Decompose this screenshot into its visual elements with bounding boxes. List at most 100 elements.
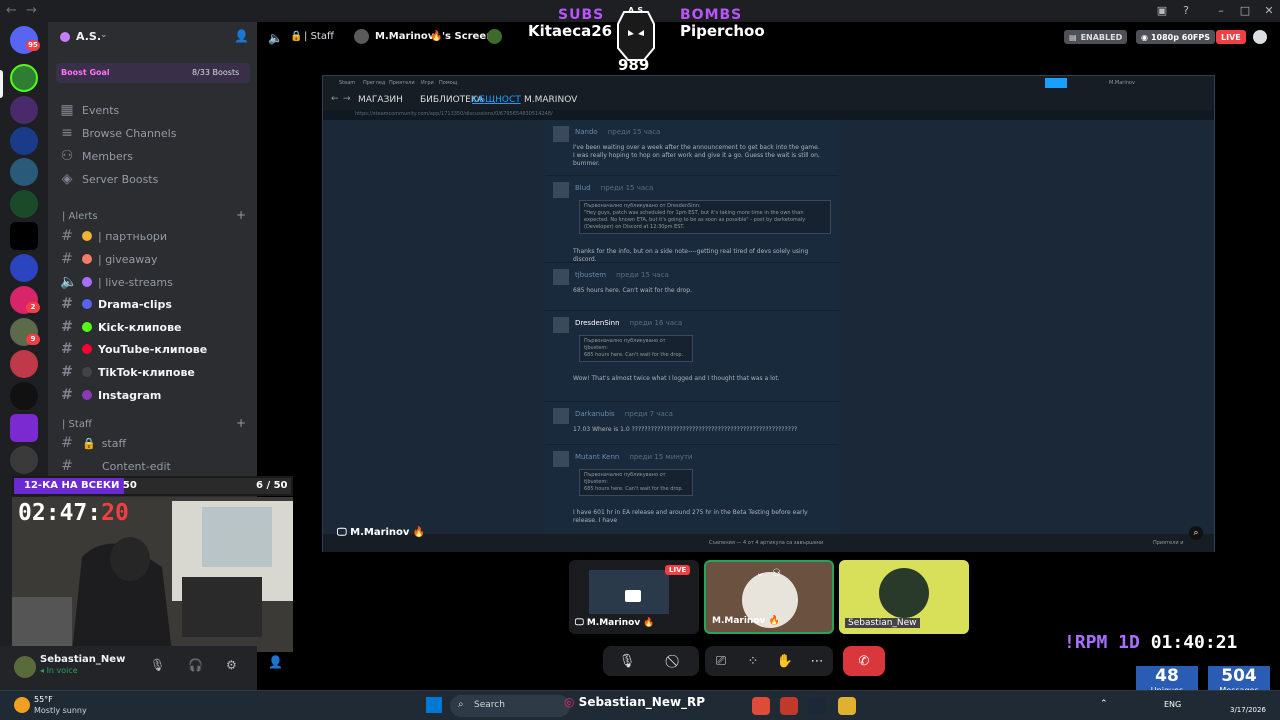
enabled-badge: ▤ ENABLED: [1064, 30, 1128, 44]
channel-item[interactable]: # Drama-clips: [56, 293, 252, 315]
sub-goal-bar: 12-КА НА ВСЕКИ 50 6 / 50: [12, 476, 293, 496]
inbox-icon[interactable]: ▣: [1155, 4, 1169, 18]
server-icon-10[interactable]: [10, 350, 38, 378]
steam-taskbar-icon[interactable]: [808, 697, 826, 715]
channel-item[interactable]: # TikTok-клипове: [56, 361, 252, 383]
boost-goal-bar[interactable]: Boost Goal 8/33 Boosts: [56, 63, 250, 83]
mic-button[interactable]: 🎙: [603, 654, 651, 669]
channel-item[interactable]: # Instagram: [56, 384, 252, 406]
guild-icon: [60, 32, 70, 42]
calendar-icon: ▦: [60, 102, 74, 118]
server-icon-11[interactable]: [10, 382, 38, 410]
screen-owner-name: M.Marinov: [375, 31, 435, 42]
chrome-icon[interactable]: [752, 697, 770, 715]
tile-stream-m-marinov[interactable]: LIVE 🖵 M.Marinov 🔥: [569, 560, 699, 634]
minimize-icon[interactable]: –: [1214, 4, 1228, 18]
nav-server-boosts[interactable]: ◈ Server Boosts: [56, 168, 252, 190]
language[interactable]: ENG: [1164, 700, 1181, 709]
maximize-icon[interactable]: □: [1238, 4, 1252, 18]
channel-item[interactable]: # Kick-клипове: [56, 316, 252, 338]
hash-icon: #: [61, 251, 73, 267]
nav-members[interactable]: ⚇ Members: [56, 145, 252, 167]
avatar: [553, 126, 569, 142]
rpm-overlay: !RPM 1D 01:40:21: [1064, 632, 1238, 653]
share-screen-button[interactable]: ⎚: [705, 654, 737, 669]
server-icon-5[interactable]: [10, 190, 38, 218]
headset-icon[interactable]: 🎧: [188, 658, 203, 672]
more-options-button[interactable]: ⋯: [801, 654, 833, 669]
user-name: Sebastian_New: [40, 654, 126, 665]
speaker-icon: 🔈: [268, 31, 283, 45]
server-icon-as[interactable]: [10, 64, 38, 92]
back-icon[interactable]: ←: [6, 3, 17, 18]
zoom-icon[interactable]: ⌕: [1189, 526, 1203, 540]
channel-label: | live-streams: [98, 275, 173, 289]
nav-browse-channels[interactable]: ≡ Browse Channels: [56, 122, 252, 144]
channel-emoji-icon: [82, 322, 92, 332]
invite-to-call-icon[interactable]: 👤: [268, 655, 283, 669]
server-icon-4[interactable]: [10, 158, 38, 186]
nav-events[interactable]: ▦ Events: [56, 99, 252, 121]
forum-post: Darkanubis преди 7 часа 17.03 Where is 1.0…: [545, 402, 839, 445]
channel-item[interactable]: # | giveaway: [56, 248, 252, 270]
channel-staff[interactable]: # 🔒 staff: [56, 432, 252, 454]
channel-item[interactable]: 🔈 | live-streams: [56, 271, 252, 293]
help-icon[interactable]: ?: [1179, 4, 1193, 18]
bombs-name: Piperchoo: [680, 22, 765, 40]
add-member-icon[interactable]: 👤: [234, 29, 249, 43]
app-icon[interactable]: [780, 697, 798, 715]
channel-content-edit[interactable]: # Content-edit: [56, 455, 252, 477]
boost-goal-label: Boost Goal: [61, 68, 110, 77]
screen-share-icon: [625, 590, 641, 602]
add-channel-icon[interactable]: +: [236, 208, 246, 222]
avatar: [553, 317, 569, 333]
category-alerts[interactable]: | Alerts: [62, 211, 98, 222]
server-badge-10: 9: [26, 334, 40, 345]
live-badge: LIVE: [1216, 30, 1246, 44]
taskbar-search[interactable]: ⌕ Search: [450, 695, 570, 717]
dm-badge: 95: [26, 40, 40, 51]
tile-user-m-marinov[interactable]: ⌄ ⚇ M.Marinov 🔥: [704, 560, 834, 634]
forward-icon[interactable]: →: [26, 3, 37, 18]
category-staff[interactable]: | Staff: [62, 419, 92, 430]
active-server-pill: [0, 70, 3, 98]
discussion-thread: Nando преди 15 часа I've been waiting over…: [545, 120, 839, 532]
shared-screen-steam[interactable]: Steam Преглед Приятели Игри Помощ M.Mari…: [322, 75, 1215, 552]
soundboard-button[interactable]: ✋: [769, 654, 801, 669]
guild-header[interactable]: A.S. ⌄ 👤: [48, 22, 257, 56]
channel-emoji-icon: [82, 390, 92, 400]
server-icon-3[interactable]: [10, 127, 38, 155]
screen-owner-avatar: [354, 29, 369, 44]
chevron-down-icon: ⌄: [756, 568, 765, 579]
tray-chevron-icon[interactable]: ⌃: [1100, 699, 1108, 709]
mute-icon[interactable]: 🎙: [150, 658, 165, 672]
sharer-tag: 🖵 M.Marinov 🔥: [337, 527, 426, 538]
add-staff-channel-icon[interactable]: +: [236, 416, 246, 430]
server-icon-13[interactable]: [10, 446, 38, 474]
lock-icon: 🔒: [82, 436, 96, 450]
channel-item[interactable]: # YouTube-клипове: [56, 338, 252, 360]
post-author: DresdenSinn преди 16 часа: [575, 319, 683, 327]
tile-user-sebastian[interactable]: Sebastian_New: [839, 560, 969, 634]
server-icon-2[interactable]: [10, 96, 38, 124]
sub-goal-count: 6 / 50: [256, 480, 288, 491]
sub-goal-text: 12-КА НА ВСЕКИ 50: [24, 480, 137, 491]
close-window-icon[interactable]: ✕: [1262, 4, 1276, 18]
channel-item[interactable]: # | партньори: [56, 225, 252, 247]
disconnect-button[interactable]: ✆: [843, 646, 885, 676]
taskbar: 55°F Mostly sunny ⌕ Search ◎ Sebastian_N…: [0, 690, 1280, 720]
chat-toggle-icon[interactable]: [1253, 30, 1267, 44]
steam-back-icon: ←: [331, 94, 339, 104]
start-icon[interactable]: [426, 697, 442, 713]
subs-label: SUBS: [558, 7, 605, 23]
kick-server-icon[interactable]: [10, 222, 38, 250]
guild-name: A.S.: [76, 30, 101, 43]
chrome-profile-icon[interactable]: [838, 697, 856, 715]
settings-gear-icon[interactable]: ⚙: [226, 658, 237, 672]
server-icon-7[interactable]: [10, 254, 38, 282]
avatar[interactable]: [14, 656, 36, 678]
date: 3/17/2026: [1230, 706, 1266, 714]
server-icon-12[interactable]: [10, 414, 38, 442]
activities-button[interactable]: ⁘: [737, 654, 769, 669]
camera-off-button[interactable]: ⃠: [651, 654, 699, 669]
